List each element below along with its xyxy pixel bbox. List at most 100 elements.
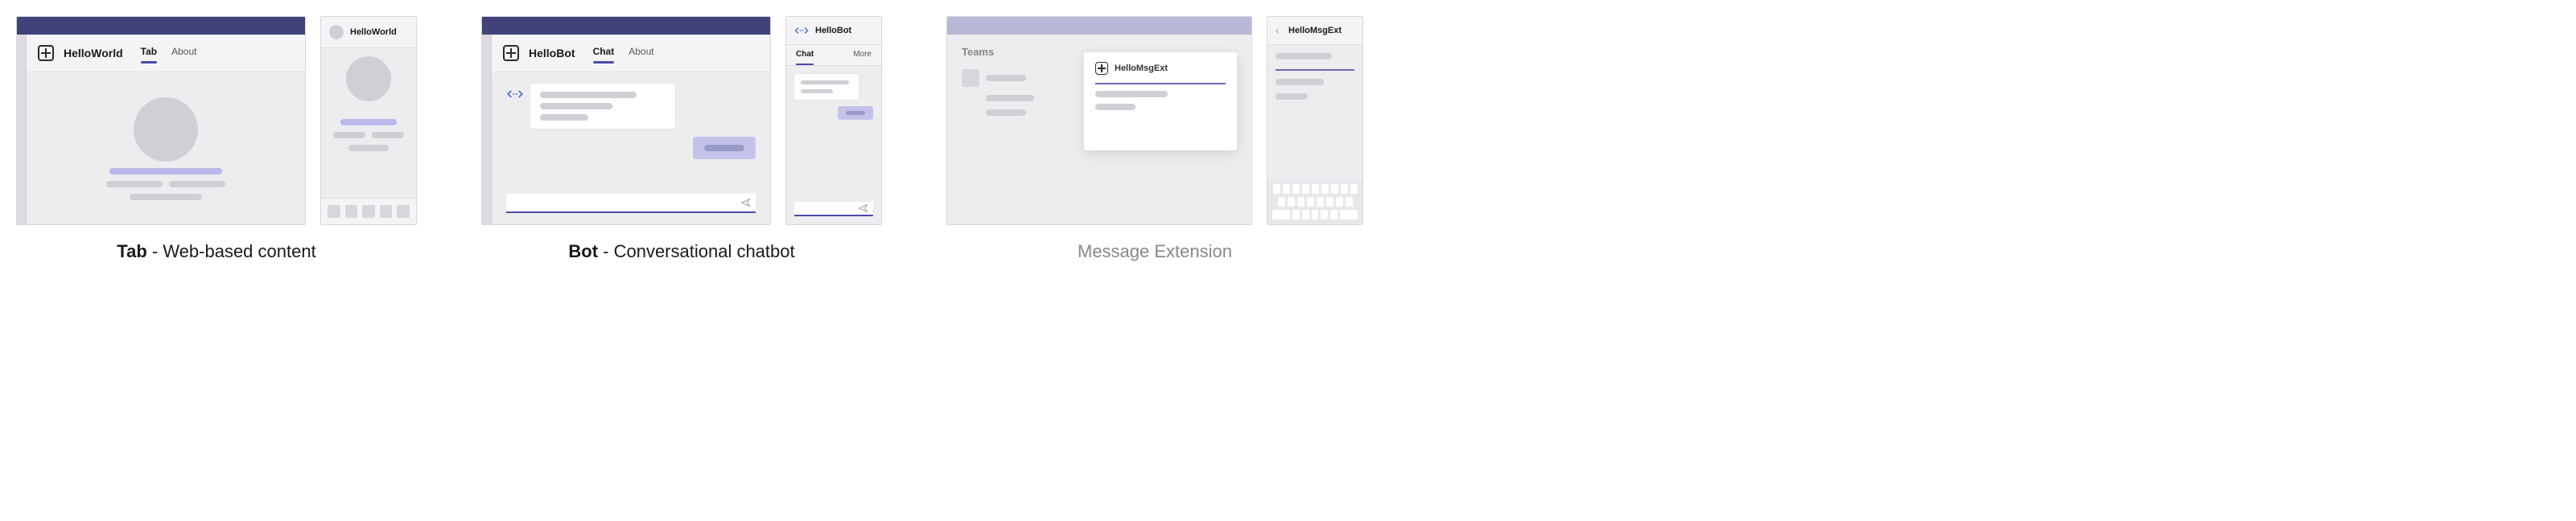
key[interactable]: [1321, 184, 1329, 194]
send-icon[interactable]: [859, 203, 868, 213]
key[interactable]: [1292, 210, 1300, 219]
bot-row: HelloBot Chat About: [481, 16, 882, 225]
key[interactable]: [1317, 197, 1324, 207]
placeholder-line: [1095, 91, 1168, 97]
tab-desktop-window: HelloWorld Tab About: [16, 16, 306, 225]
placeholder-line: [704, 145, 744, 151]
key[interactable]: [1312, 210, 1319, 219]
keyboard-row: [1272, 197, 1358, 207]
app-title: HelloBot: [529, 47, 575, 59]
team-icon: [962, 69, 979, 87]
nav-item[interactable]: [328, 205, 340, 218]
tab-group: HelloWorld Tab About: [16, 16, 417, 262]
tab-mobile-window: HelloWorld: [320, 16, 417, 225]
tab-strip: Chat About: [593, 43, 654, 64]
key[interactable]: [1273, 184, 1280, 194]
app-icon: [503, 45, 519, 61]
placeholder-line: [986, 109, 1026, 116]
tab-caption: Tab - Web-based content: [117, 241, 315, 262]
key[interactable]: [1326, 197, 1333, 207]
key[interactable]: [1302, 210, 1309, 219]
keyboard-row: [1272, 210, 1358, 219]
keyboard-row: [1272, 184, 1358, 194]
compose-input[interactable]: [506, 194, 756, 213]
key[interactable]: [1288, 197, 1295, 207]
tab-tab[interactable]: Tab: [141, 43, 157, 64]
tab-more[interactable]: More: [853, 50, 872, 65]
mobile-title: HelloMsgExt: [1288, 26, 1342, 35]
mobile-header: HelloWorld: [321, 17, 416, 48]
bot-desktop-window: HelloBot Chat About: [481, 16, 771, 225]
chat-area: [492, 72, 770, 224]
placeholder-line: [540, 103, 612, 109]
tab-content: [27, 72, 305, 224]
key[interactable]: [1302, 184, 1309, 194]
app-header: HelloWorld Tab About: [17, 35, 305, 72]
bot-message-row: [506, 84, 756, 129]
key[interactable]: [1307, 197, 1314, 207]
mobile-header: ‹ HelloMsgExt: [1267, 17, 1362, 45]
tab-about[interactable]: About: [171, 43, 196, 64]
teams-sidebar: Teams: [962, 46, 1042, 213]
list-item[interactable]: [962, 69, 1042, 87]
key[interactable]: [1331, 184, 1338, 194]
divider: [1276, 69, 1354, 71]
caption-rest: - Web-based content: [147, 241, 316, 261]
app-title: HelloWorld: [64, 47, 123, 59]
mobile-keyboard[interactable]: [1267, 179, 1362, 224]
send-icon[interactable]: [741, 198, 751, 207]
placeholder-line: [130, 194, 202, 200]
placeholder-line: [1276, 93, 1308, 100]
tab-chat[interactable]: Chat: [593, 43, 615, 64]
nav-item[interactable]: [345, 205, 358, 218]
placeholder-line: [1276, 53, 1332, 59]
key[interactable]: [1272, 210, 1290, 219]
nav-item[interactable]: [380, 205, 393, 218]
app-icon: [1095, 62, 1108, 75]
nav-item[interactable]: [362, 205, 375, 218]
left-rail: [17, 35, 27, 72]
placeholder-line: [801, 89, 833, 93]
key[interactable]: [1278, 197, 1285, 207]
key[interactable]: [1341, 184, 1348, 194]
mobile-title: HelloWorld: [350, 27, 397, 37]
placeholder-line: [801, 80, 849, 84]
key[interactable]: [1346, 197, 1353, 207]
msgext-mobile-window: ‹ HelloMsgExt: [1267, 16, 1363, 225]
tab-chat[interactable]: Chat: [796, 50, 814, 65]
placeholder-line: [348, 145, 389, 151]
msgext-desktop-window: Teams HelloMsgExt: [946, 16, 1252, 225]
avatar-icon: [329, 25, 344, 39]
key[interactable]: [1283, 184, 1290, 194]
placeholder-row: [106, 181, 225, 187]
back-icon[interactable]: ‹: [1276, 25, 1279, 36]
key[interactable]: [1350, 184, 1358, 194]
left-rail: [482, 35, 492, 72]
key[interactable]: [1297, 197, 1304, 207]
caption-bold: Tab: [117, 241, 146, 261]
placeholder-line: [986, 75, 1026, 81]
tab-about[interactable]: About: [629, 43, 653, 64]
avatar-placeholder: [346, 56, 391, 101]
key[interactable]: [1321, 210, 1328, 219]
placeholder-line: [1276, 79, 1324, 85]
window-titlebar: [17, 17, 305, 35]
nav-item[interactable]: [397, 205, 410, 218]
diagram-container: HelloWorld Tab About: [16, 16, 2560, 262]
key[interactable]: [1340, 210, 1358, 219]
key[interactable]: [1336, 197, 1343, 207]
mobile-title: HelloBot: [815, 26, 851, 35]
key[interactable]: [1312, 184, 1319, 194]
compose-input[interactable]: [794, 202, 873, 216]
bot-mobile-window: HelloBot Chat More: [785, 16, 882, 225]
mobile-tab-strip: Chat More: [786, 45, 881, 66]
window-titlebar: [482, 17, 770, 35]
bot-message-card: [794, 74, 859, 100]
placeholder-line: [372, 132, 404, 138]
user-reply: [838, 106, 873, 120]
bot-icon: [506, 88, 524, 100]
key[interactable]: [1292, 184, 1300, 194]
key[interactable]: [1330, 210, 1337, 219]
mobile-body: [1267, 45, 1362, 179]
placeholder-line: [109, 168, 222, 174]
